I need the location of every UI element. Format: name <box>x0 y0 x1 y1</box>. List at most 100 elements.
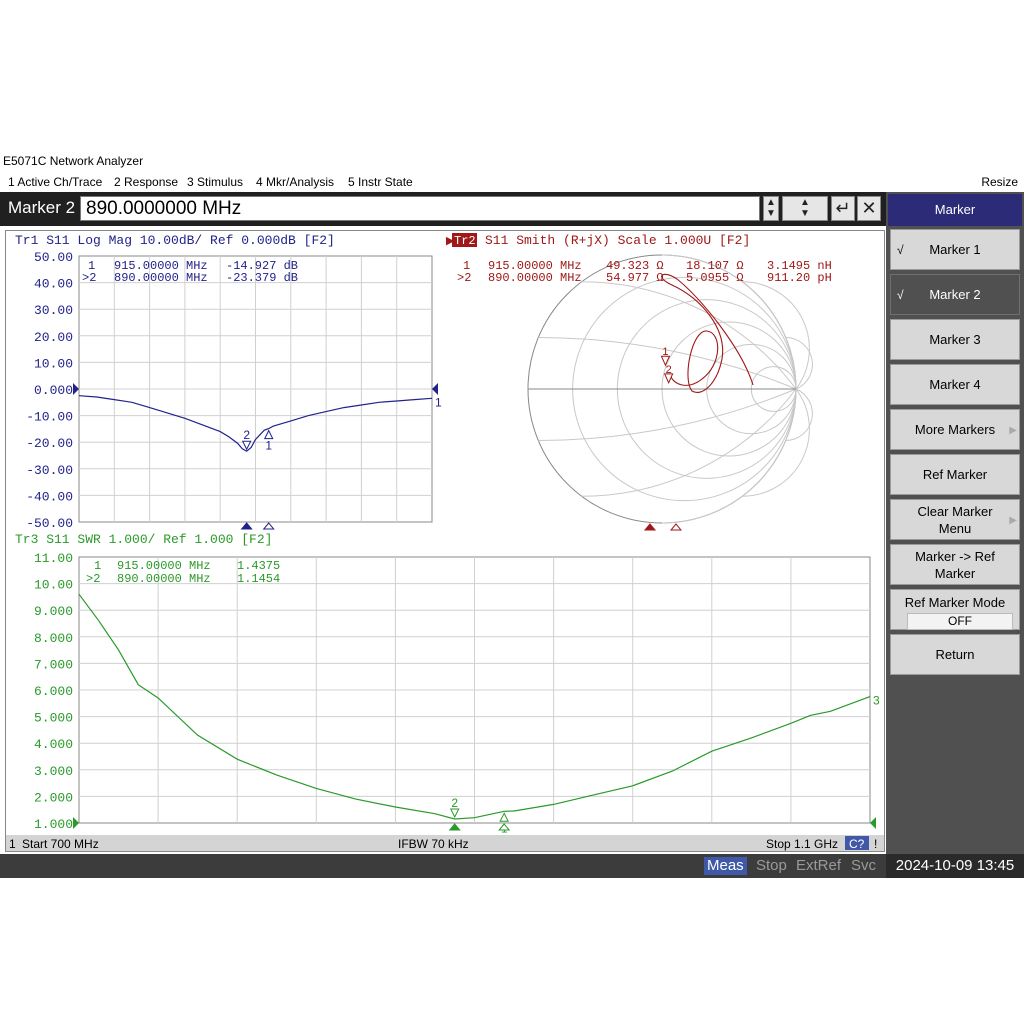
y-tick-label: 20.00 <box>34 330 73 345</box>
y-tick-label: -10.00 <box>26 410 73 425</box>
enter-icon[interactable]: ↵ <box>831 196 855 221</box>
marker-position-icon <box>448 823 461 831</box>
check-icon: √ <box>897 243 904 257</box>
close-icon[interactable]: ✕ <box>857 196 881 221</box>
y-tick-label: 9.000 <box>34 604 73 619</box>
ref-level-arrow-icon <box>870 817 876 829</box>
y-tick-label: -40.00 <box>26 489 73 504</box>
trace1-chart: 50.00 40.00 30.00 20.00 10.00 0.000 -10.00 -20.… <box>26 250 442 531</box>
trace3-marker1-freq: 915.00000 MHz <box>117 559 211 573</box>
softkey-clear-marker-menu[interactable]: Clear Marker Menu ▶ <box>890 499 1020 540</box>
y-tick-label: 7.000 <box>34 657 73 672</box>
y-tick-label: 5.000 <box>34 711 73 726</box>
softkey-marker-2[interactable]: √ Marker 2 <box>890 274 1020 315</box>
smith-chart: 12 <box>527 254 813 531</box>
softkey-marker-2-label: Marker 2 <box>929 287 981 302</box>
y-tick-label: 50.00 <box>34 250 73 265</box>
resize-button[interactable]: Resize <box>981 172 1018 192</box>
softkey-title: Marker <box>888 194 1022 226</box>
status-meas: Meas <box>704 857 747 875</box>
trace-end-label: 3 <box>873 694 880 708</box>
marker-position-icon <box>643 523 657 531</box>
y-tick-label: 1.000 <box>34 817 73 832</box>
softkey-panel: Marker √ Marker 1 √ Marker 2 Marker 3 Mark… <box>886 192 1024 878</box>
marker-frequency-input[interactable]: 890.0000000 MHz <box>80 196 760 221</box>
footer-ifbw: IFBW 70 kHz <box>398 837 469 851</box>
trace2-marker2-freq: 890.00000 MHz <box>488 271 582 285</box>
softkey-marker-1[interactable]: √ Marker 1 <box>890 229 1020 270</box>
trace3-marker2-freq: 890.00000 MHz <box>117 572 211 586</box>
trace1-header: Tr1 S11 Log Mag 10.00dB/ Ref 0.000dB [F2… <box>15 233 335 248</box>
menu-stimulus[interactable]: 3 Stimulus <box>187 172 243 192</box>
trace1-marker2-freq: 890.00000 MHz <box>114 271 208 285</box>
softkey-marker-3[interactable]: Marker 3 <box>890 319 1020 360</box>
entry-bar: Marker 2 890.0000000 MHz ▲ ▼ ▲ ▼ ↵ ✕ <box>0 192 886 226</box>
status-extref: ExtRef <box>796 857 842 874</box>
softkey-clear-marker-label: Clear Marker Menu <box>917 503 993 536</box>
y-tick-label: -30.00 <box>26 463 73 478</box>
ref-level-arrow-icon <box>432 383 438 395</box>
trace-display-svg: Tr1 S11 Log Mag 10.00dB/ Ref 0.000dB [F2… <box>6 233 884 851</box>
marker-label: 1 <box>265 439 272 453</box>
marker-label: 2 <box>451 796 458 810</box>
y-tick-label: -50.00 <box>26 516 73 531</box>
measurement-display: Tr1 S11 Log Mag 10.00dB/ Ref 0.000dB [F2… <box>5 230 885 852</box>
menu-response[interactable]: 2 Response <box>114 172 178 192</box>
menu-instr-state[interactable]: 5 Instr State <box>348 172 413 192</box>
spin-button-large[interactable]: ▲ ▼ <box>782 196 828 221</box>
footer-stop: Stop 1.1 GHz <box>766 837 838 851</box>
status-stop: Stop <box>756 857 787 874</box>
softkey-more-markers-label: More Markers <box>914 422 996 437</box>
clock: 2024-10-09 13:45 <box>886 854 1024 878</box>
softkey-marker-to-ref[interactable]: Marker -> Ref Marker <box>890 544 1020 585</box>
softkey-ref-marker-mode[interactable]: Ref Marker Mode OFF <box>890 589 1020 630</box>
check-icon: √ <box>897 288 904 302</box>
ref-marker-mode-value: OFF <box>907 613 1013 630</box>
y-tick-label: 3.000 <box>34 764 73 779</box>
analyzer-window: E5071C Network Analyzer 1 Active Ch/Trac… <box>0 150 1024 878</box>
marker-position-icon <box>240 522 253 530</box>
ref-level-arrow-icon <box>73 817 79 829</box>
trace3-marker2-value: 1.1454 <box>237 572 280 586</box>
trace1-marker2-value: -23.379 dB <box>226 271 298 285</box>
menu-bar: 1 Active Ch/Trace 2 Response 3 Stimulus … <box>0 172 1024 192</box>
smith-marker-label: 2 <box>666 364 672 376</box>
softkey-marker-4-label: Marker 4 <box>929 377 981 392</box>
y-tick-label: 2.000 <box>34 790 73 805</box>
menu-active-ch-trace[interactable]: 1 Active Ch/Trace <box>8 172 102 192</box>
trace3-chart: 11.00 10.00 9.000 8.000 7.000 6.000 5.000 4.000… <box>34 551 880 835</box>
footer-start: Start 700 MHz <box>22 837 99 851</box>
chevron-right-icon: ▶ <box>1009 515 1017 526</box>
softkey-marker-to-ref-label: Marker -> Ref Marker <box>915 548 995 581</box>
trace3-marker2-id: >2 <box>86 572 100 586</box>
softkey-ref-marker-label: Ref Marker <box>922 467 988 482</box>
y-tick-label: 40.00 <box>34 277 73 292</box>
footer-channel: 1 <box>9 837 16 851</box>
trace2-tag: Tr2 <box>454 234 476 248</box>
trace2-header: S11 Smith (R+jX) Scale 1.000U [F2] <box>485 233 750 248</box>
cal-badge: C? <box>849 837 865 851</box>
trace2-marker2-id: >2 <box>457 271 471 285</box>
entry-label: Marker 2 <box>8 198 76 217</box>
y-tick-label: 6.000 <box>34 684 73 699</box>
y-tick-label: 4.000 <box>34 737 73 752</box>
y-tick-label: 11.00 <box>34 551 73 566</box>
trace3-header: Tr3 S11 SWR 1.000/ Ref 1.000 [F2] <box>15 532 272 547</box>
trace2-marker2-x: 5.0955 Ω <box>686 271 744 285</box>
menu-mkr-analysis[interactable]: 4 Mkr/Analysis <box>256 172 334 192</box>
footer-flag: ! <box>874 837 877 851</box>
chevron-right-icon: ▶ <box>1009 425 1017 436</box>
softkey-ref-marker[interactable]: Ref Marker <box>890 454 1020 495</box>
softkey-return[interactable]: Return <box>890 634 1020 675</box>
y-tick-label: -20.00 <box>26 436 73 451</box>
spin-button-small[interactable]: ▲ ▼ <box>763 196 779 221</box>
trace2-marker2-l: 911.20 pH <box>767 271 832 285</box>
marker-label: 2 <box>243 428 250 442</box>
trace3-marker1-id: 1 <box>94 559 101 573</box>
y-tick-label: 10.00 <box>34 578 73 593</box>
softkey-ref-marker-mode-label: Ref Marker Mode <box>904 595 1006 610</box>
softkey-more-markers[interactable]: More Markers ▶ <box>890 409 1020 450</box>
ref-level-arrow-icon <box>73 383 79 395</box>
y-tick-label: 10.00 <box>34 356 73 371</box>
softkey-marker-4[interactable]: Marker 4 <box>890 364 1020 405</box>
